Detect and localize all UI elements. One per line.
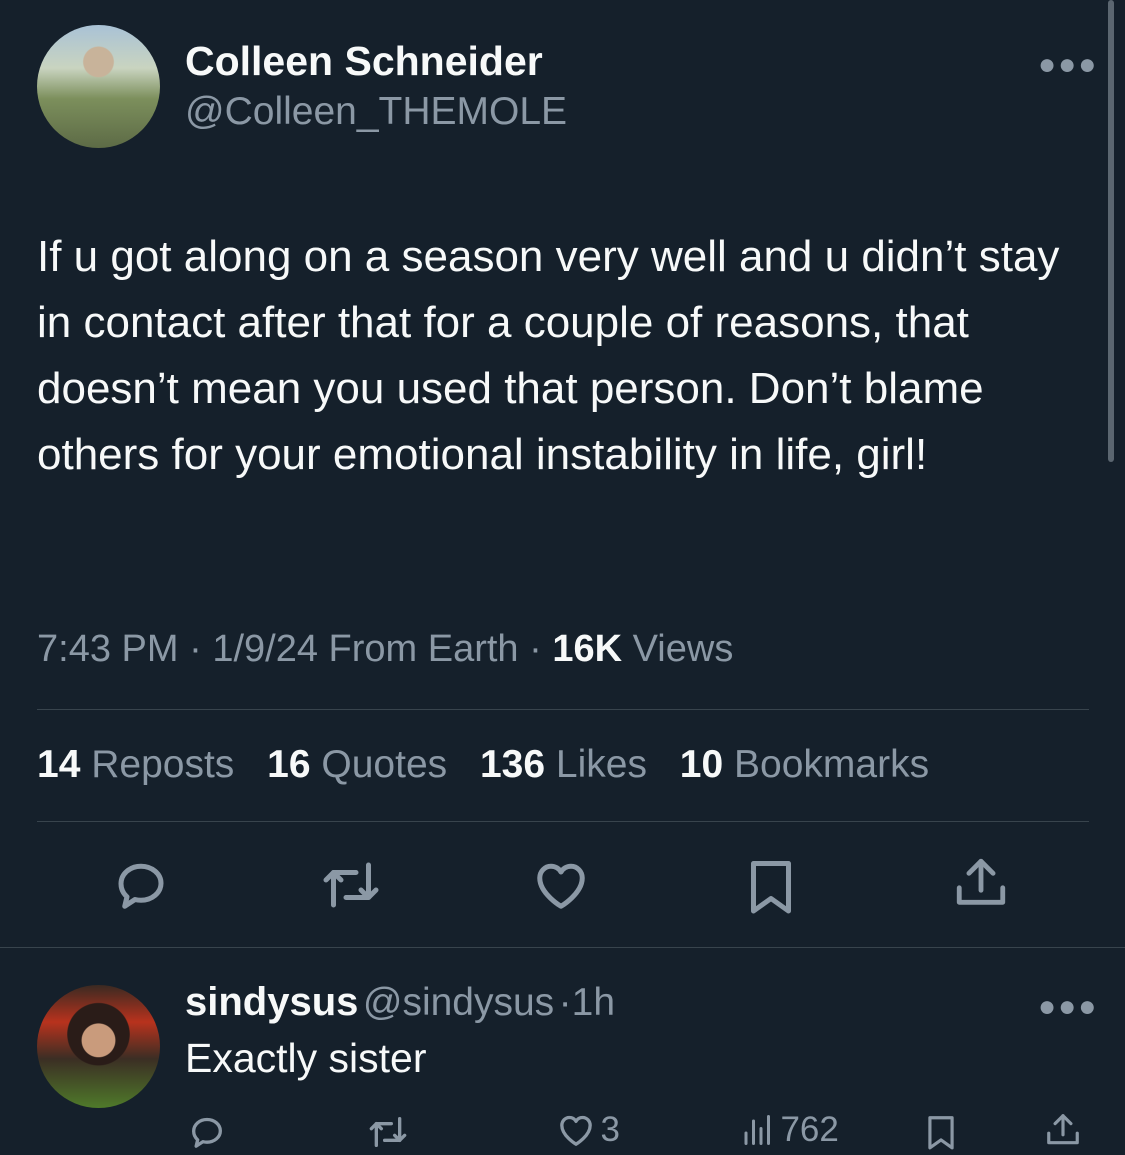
bookmarks-label: Bookmarks bbox=[734, 743, 930, 786]
tweet-location: From Earth bbox=[328, 628, 519, 670]
meta-separator: · bbox=[529, 628, 553, 670]
repost-icon[interactable] bbox=[318, 855, 384, 915]
reply-time[interactable]: 1h bbox=[572, 981, 615, 1024]
more-dots-icon[interactable]: ●●● bbox=[1038, 48, 1098, 82]
tweet-time[interactable]: 7:43 PM bbox=[37, 628, 179, 670]
like-icon[interactable] bbox=[530, 855, 592, 915]
scrollbar[interactable] bbox=[1108, 0, 1114, 462]
reply-icon[interactable] bbox=[187, 1112, 227, 1152]
meta-separator: · bbox=[189, 628, 213, 670]
reply-author-handle[interactable]: @sindysus bbox=[363, 981, 554, 1024]
author-name[interactable]: Colleen Schneider bbox=[185, 38, 543, 85]
reply-avatar[interactable] bbox=[37, 985, 160, 1108]
tweet-date[interactable]: 1/9/24 bbox=[212, 628, 318, 670]
views-label: Views bbox=[632, 628, 734, 670]
views-count: 16K bbox=[552, 628, 623, 670]
tweet-meta: 7:43 PM · 1/9/24 From Earth · 16K Views bbox=[37, 628, 733, 671]
reply-views-button[interactable]: 762 bbox=[740, 1110, 839, 1150]
reposts-count: 14 bbox=[37, 743, 81, 786]
views-chart-icon bbox=[740, 1110, 776, 1150]
reply-header: sindysus @sindysus ·1h bbox=[185, 980, 615, 1025]
share-icon[interactable] bbox=[1044, 1110, 1082, 1150]
reply-like-button[interactable]: 3 bbox=[556, 1110, 620, 1150]
share-icon[interactable] bbox=[952, 852, 1010, 914]
repost-icon[interactable] bbox=[366, 1112, 410, 1152]
like-icon bbox=[556, 1110, 596, 1150]
reply-author-name[interactable]: sindysus bbox=[185, 980, 358, 1024]
likes-stat[interactable]: 136 Likes bbox=[480, 743, 647, 786]
bookmarks-stat[interactable]: 10 Bookmarks bbox=[680, 743, 929, 786]
reposts-stat[interactable]: 14 Reposts bbox=[37, 743, 234, 786]
divider bbox=[37, 821, 1089, 822]
reply-icon[interactable] bbox=[111, 855, 171, 915]
reposts-label: Reposts bbox=[91, 743, 235, 786]
bookmark-icon[interactable] bbox=[922, 1112, 960, 1152]
tweet-text: If u got along on a season very well and… bbox=[37, 232, 1060, 479]
more-dots-icon[interactable]: ●●● bbox=[1038, 990, 1098, 1024]
reply-text: Exactly sister bbox=[185, 1035, 427, 1081]
reply-like-count: 3 bbox=[600, 1110, 620, 1149]
bookmarks-count: 10 bbox=[679, 743, 724, 786]
bookmark-icon[interactable] bbox=[741, 855, 801, 917]
author-avatar[interactable] bbox=[37, 25, 160, 148]
divider bbox=[37, 709, 1089, 710]
quotes-count: 16 bbox=[267, 743, 311, 786]
quotes-stat[interactable]: 16 Quotes bbox=[267, 743, 447, 786]
meta-separator: · bbox=[558, 981, 572, 1024]
quotes-label: Quotes bbox=[321, 743, 448, 786]
divider bbox=[0, 947, 1125, 948]
tweet-stats: 14 Reposts 16 Quotes 136 Likes 10 Bookma… bbox=[37, 743, 951, 787]
author-handle[interactable]: @Colleen_THEMOLE bbox=[185, 90, 567, 134]
reply-views-count: 762 bbox=[780, 1110, 839, 1149]
likes-count: 136 bbox=[479, 743, 546, 786]
likes-label: Likes bbox=[555, 743, 647, 786]
